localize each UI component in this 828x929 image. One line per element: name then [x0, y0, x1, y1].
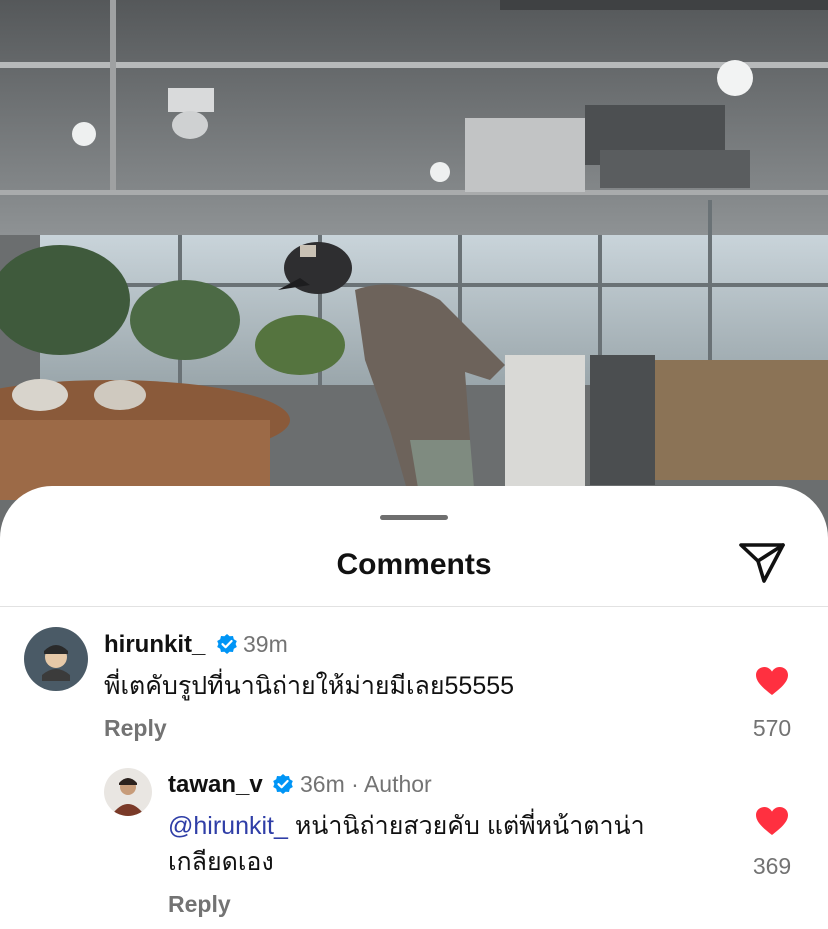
comment-timestamp: 39m [243, 631, 288, 657]
comment-text-line1: หน่านิถ่ายสวยคับ แต่พี่หน้าตาน่า [294, 812, 645, 840]
post-photo [0, 0, 828, 540]
comment-username[interactable]: hirunkit_ [104, 631, 205, 659]
comment-username[interactable]: tawan_v [168, 771, 263, 799]
comments-sheet: Comments hirunkit_ 39m พี่เตคับรูปที่นาน… [0, 486, 828, 929]
comment-text-line2: เกลียดเอง [168, 848, 274, 876]
heart-icon[interactable] [755, 666, 789, 696]
sheet-grabber[interactable] [380, 515, 448, 520]
share-button[interactable] [736, 539, 788, 587]
avatar[interactable] [24, 627, 88, 691]
comment-text: พี่เตคับรูปที่นานิถ่ายให้ม่ายมีเลย55555 [104, 672, 515, 700]
timestamp-value: 36m [300, 771, 345, 797]
verified-badge-icon [217, 634, 237, 654]
sheet-title: Comments [336, 548, 492, 581]
author-label: Author [363, 771, 432, 797]
avatar[interactable] [104, 768, 152, 816]
verified-badge-icon [273, 774, 293, 794]
mention-link[interactable]: @hirunkit_ [168, 812, 288, 840]
reply-button[interactable]: Reply [168, 891, 231, 918]
comment-text: @hirunkit_ หน่านิถ่ายสวยคับ แต่พี่หน้าตา… [168, 808, 645, 880]
send-icon [739, 543, 785, 583]
meta-separator: · [351, 771, 359, 797]
like-count: 570 [752, 715, 792, 741]
comment-timestamp: 36m · Author [300, 771, 432, 798]
reply-button[interactable]: Reply [104, 715, 167, 742]
like-count: 369 [752, 853, 792, 879]
heart-icon[interactable] [755, 806, 789, 836]
header-divider [0, 606, 828, 607]
